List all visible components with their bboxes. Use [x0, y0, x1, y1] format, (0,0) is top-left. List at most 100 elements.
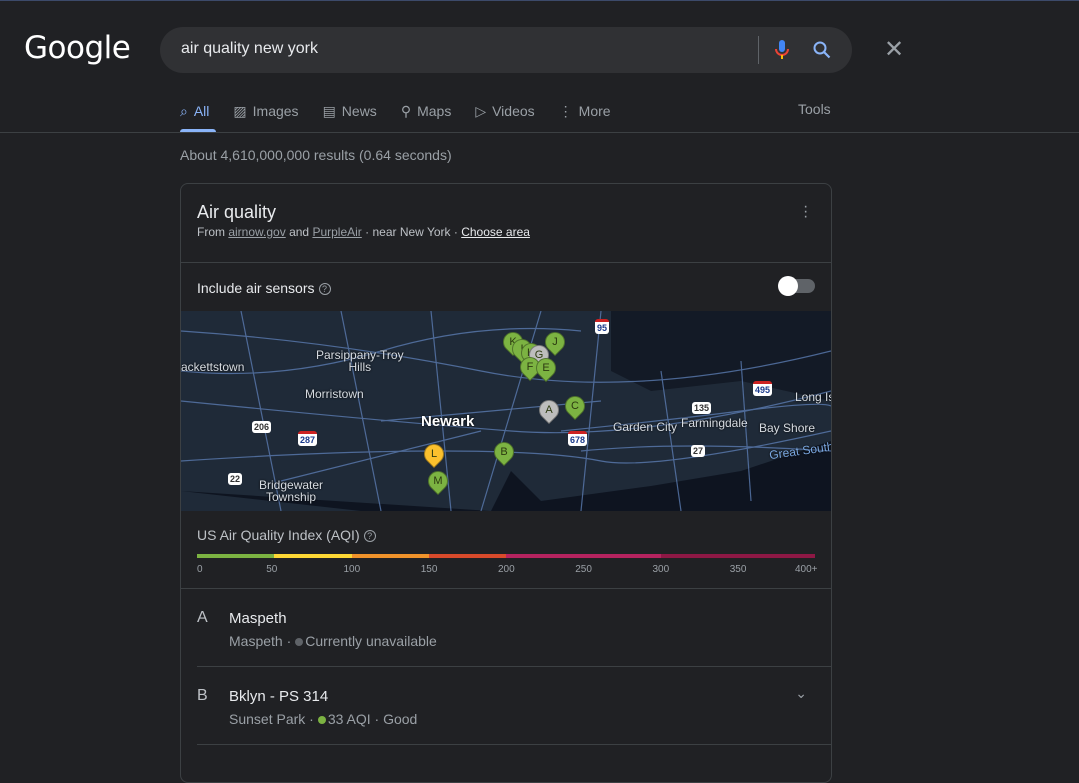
- aqi-tick-label: 400+: [795, 564, 818, 575]
- air-quality-map[interactable]: ackettstown Parsippany-Troy Hills Morristow…: [181, 311, 831, 511]
- tab-label: Maps: [417, 103, 452, 119]
- include-sensors-label: Include air sensors?: [197, 280, 331, 296]
- station-letter: A: [197, 609, 208, 626]
- tab-label: News: [341, 103, 377, 119]
- map-place-label: ackettstown: [181, 360, 245, 374]
- map-place-label: Garden City: [613, 420, 678, 434]
- station-detail: Maspeth · Currently unavailable: [229, 633, 437, 649]
- window-top-border: [0, 0, 1079, 1]
- station-category: Good: [383, 711, 418, 727]
- tab-maps[interactable]: ⚲ Maps: [401, 101, 452, 121]
- tools-button[interactable]: Tools: [798, 101, 831, 117]
- include-sensors-toggle[interactable]: [778, 276, 815, 296]
- google-logo[interactable]: Google: [24, 30, 131, 66]
- highway-shield: 27: [691, 445, 706, 457]
- aqi-tick-label: 0: [197, 564, 203, 575]
- station-letter: B: [197, 687, 208, 704]
- tab-images[interactable]: ▨ Images: [233, 101, 298, 121]
- station-row[interactable]: B Bklyn - PS 314 Sunset Park · 33 AQI · G…: [197, 667, 817, 745]
- station-row[interactable]: A Maspeth Maspeth · Currently unavailable: [197, 589, 817, 667]
- card-title: Air quality: [197, 202, 277, 222]
- and-text: and: [289, 225, 310, 239]
- station-detail: Sunset Park · 33 AQI · Good: [229, 711, 418, 727]
- tab-all[interactable]: ⌕ All: [180, 101, 209, 121]
- status-dot: [317, 716, 326, 724]
- search-icon: ⌕: [180, 102, 188, 119]
- from-text: From: [197, 225, 225, 239]
- tab-label: More: [578, 103, 611, 119]
- tab-more[interactable]: ⋮ More: [559, 101, 611, 121]
- sensors-text: Include air sensors: [197, 280, 315, 296]
- highway-shield: 678: [568, 431, 588, 446]
- aqi-scale-segment: [428, 554, 506, 558]
- image-icon: ▨: [233, 102, 247, 119]
- marker-letter: E: [542, 362, 550, 374]
- map-pin-icon: ⚲: [400, 102, 412, 119]
- tab-videos[interactable]: ▷ Videos: [475, 101, 534, 121]
- marker-letter: L: [430, 448, 438, 460]
- highway-shield: 287: [298, 431, 318, 446]
- map-place-label: Farmingdale: [681, 416, 748, 430]
- aqi-scale-label: US Air Quality Index (AQI)?: [197, 527, 376, 543]
- aqi-scale-ticks: 0 50 100 150 200 250 300 350 400+: [197, 564, 818, 576]
- purpleair-link[interactable]: PurpleAir: [312, 225, 361, 239]
- divider: [181, 262, 831, 263]
- map-place-label: Bridgewater Township: [259, 478, 324, 504]
- tab-news[interactable]: ▤ News: [323, 101, 377, 121]
- highway-shield: 135: [692, 402, 712, 414]
- divider: [197, 744, 831, 745]
- aqi-scale-segment: [197, 554, 275, 558]
- play-icon: ▷: [475, 102, 487, 119]
- chevron-down-icon[interactable]: ⌄: [795, 685, 807, 702]
- highway-shield: 206: [252, 421, 272, 433]
- aqi-tick-label: 200: [498, 564, 515, 575]
- aqi-scale-segment: [351, 554, 429, 558]
- marker-letter: J: [552, 336, 558, 348]
- help-icon[interactable]: ?: [363, 530, 376, 542]
- map-place-label: Bay Shore: [759, 421, 816, 435]
- marker-letter: M: [433, 475, 443, 487]
- tab-label: Videos: [492, 103, 535, 119]
- map-place-label: Morristown: [305, 387, 364, 401]
- highway-shield: 22: [228, 473, 243, 485]
- aqi-scale-segment: [506, 554, 661, 558]
- aqi-tick-label: 100: [343, 564, 361, 575]
- search-icon[interactable]: [813, 41, 831, 59]
- choose-area-link[interactable]: Choose area: [461, 225, 530, 239]
- station-status: Currently unavailable: [305, 633, 437, 649]
- marker-letter: A: [545, 404, 553, 416]
- aqi-tick-label: 300: [652, 564, 670, 575]
- search-input[interactable]: air quality new york: [181, 40, 318, 58]
- station-aqi: 33 AQI: [327, 711, 371, 727]
- search-divider: [758, 36, 759, 64]
- marker-letter: B: [500, 446, 508, 458]
- tab-label: All: [193, 103, 210, 119]
- highway-shield: 495: [753, 381, 773, 396]
- header-divider: [0, 132, 1079, 133]
- marker-letter: C: [571, 400, 579, 412]
- result-stats: About 4,610,000,000 results (0.64 second…: [180, 147, 452, 163]
- aqi-tick-label: 350: [729, 564, 747, 575]
- mic-icon[interactable]: [774, 39, 790, 61]
- airnow-link[interactable]: airnow.gov: [228, 225, 285, 239]
- aqi-tick-label: 50: [266, 564, 278, 575]
- help-icon[interactable]: ?: [318, 283, 331, 295]
- air-quality-card: Air quality From airnow.gov and PurpleAi…: [180, 183, 832, 783]
- more-options-icon[interactable]: · · ·: [803, 199, 808, 225]
- aqi-text: US Air Quality Index (AQI): [197, 527, 360, 543]
- aqi-scale-segment: [660, 554, 815, 558]
- close-icon[interactable]: ✕: [884, 35, 904, 64]
- kebab-icon: ⋮: [558, 102, 573, 119]
- search-tabs: ⌕ All ▨ Images ▤ News ⚲ Maps ▷ Videos ⋮ More: [180, 101, 635, 121]
- map-place-label: Parsippany-Troy Hills: [316, 348, 404, 374]
- aqi-color-scale: [197, 554, 815, 558]
- aqi-scale-segment: [274, 554, 352, 558]
- search-box[interactable]: air quality new york ✕: [160, 27, 904, 73]
- station-name: Bklyn - PS 314: [229, 688, 329, 705]
- status-dot: [295, 638, 304, 646]
- toggle-knob: [778, 276, 798, 296]
- aqi-tick-label: 150: [420, 564, 438, 575]
- station-area: Sunset Park: [229, 711, 306, 727]
- station-name: Maspeth: [229, 610, 287, 627]
- tab-label: Images: [252, 103, 299, 119]
